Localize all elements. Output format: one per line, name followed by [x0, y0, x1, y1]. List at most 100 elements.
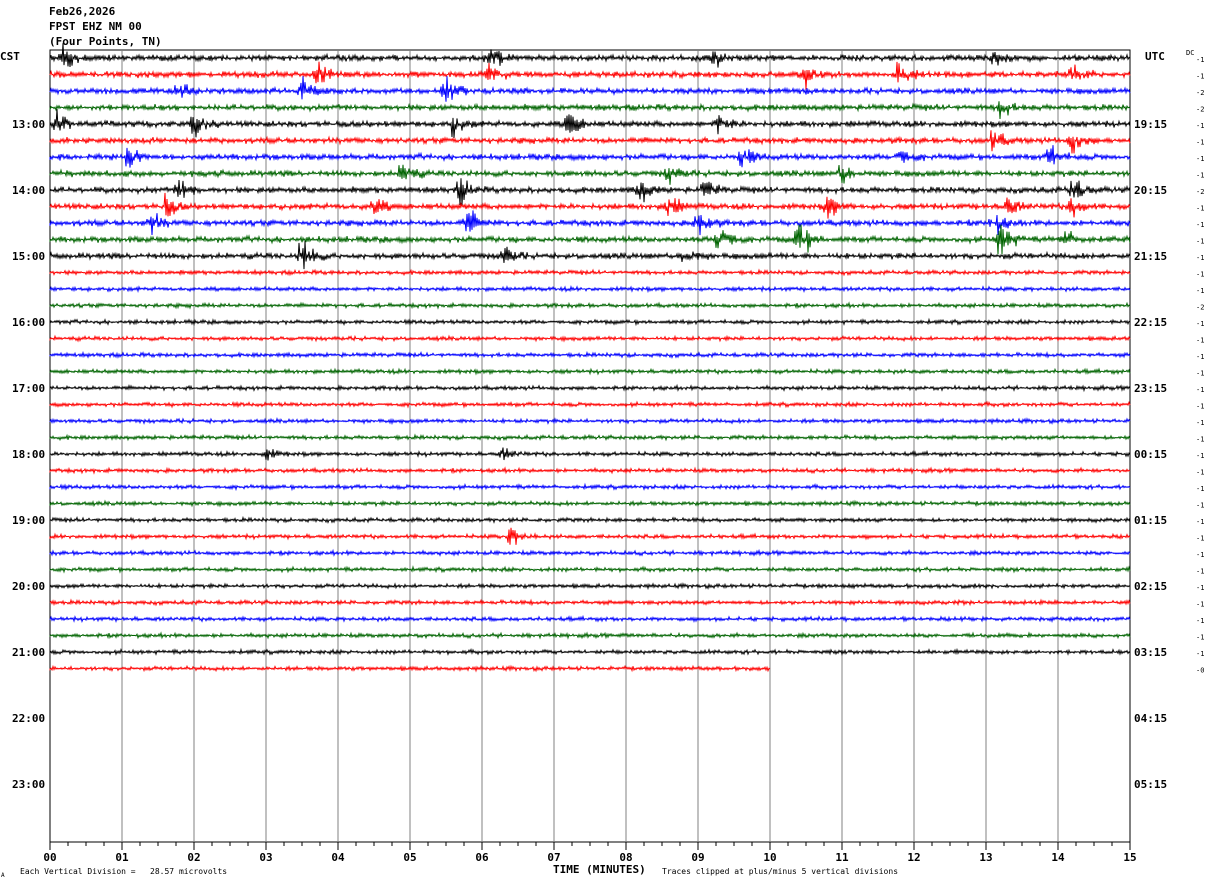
- seismic-trace: [49, 527, 1131, 545]
- seismic-trace: [49, 76, 1131, 102]
- seismic-trace: [49, 334, 1131, 343]
- dc-offset-label: -2: [1196, 304, 1204, 312]
- dc-offset-label: -1: [1196, 650, 1204, 658]
- right-hour-label: 01:15: [1134, 514, 1167, 527]
- dc-offset-label: -1: [1196, 436, 1204, 444]
- seismic-trace: [49, 145, 1131, 168]
- x-tick-label: 14: [1051, 851, 1065, 864]
- dc-offset-label: -1: [1196, 73, 1204, 81]
- seismic-trace: [49, 416, 1131, 426]
- dc-offset-label: -1: [1196, 419, 1204, 427]
- dc-offset-label: -1: [1196, 386, 1204, 394]
- x-tick-label: 09: [691, 851, 704, 864]
- dc-offset-label: -1: [1196, 584, 1204, 592]
- dc-offset-label: -1: [1196, 551, 1204, 559]
- dc-offset-label: -1: [1196, 56, 1204, 64]
- seismic-trace: [49, 400, 1131, 409]
- x-tick-label: 15: [1123, 851, 1136, 864]
- right-hour-label: 23:15: [1134, 382, 1167, 395]
- right-hour-label: 02:15: [1134, 580, 1167, 593]
- seismic-trace: [49, 301, 1131, 310]
- trace-group: [49, 43, 1131, 673]
- seismic-trace: [49, 466, 1131, 475]
- x-tick-label: 02: [187, 851, 200, 864]
- left-hour-label: 22:00: [12, 712, 45, 725]
- dc-offset-label: -1: [1196, 221, 1204, 229]
- x-tick-label: 03: [259, 851, 272, 864]
- right-hour-label: 19:15: [1134, 118, 1167, 131]
- seismic-trace: [49, 130, 1131, 154]
- left-hour-label: 21:00: [12, 646, 45, 659]
- seismic-trace: [49, 548, 1131, 558]
- seismic-trace: [49, 367, 1131, 376]
- dc-offset-label: -2: [1196, 89, 1204, 97]
- dc-offset-label: -1: [1196, 502, 1204, 510]
- dc-offset-label: -1: [1196, 205, 1204, 213]
- left-hour-label: 14:00: [12, 184, 45, 197]
- dc-offset-label: -1: [1196, 122, 1204, 130]
- seismic-trace: [49, 61, 1131, 90]
- right-hour-label: 03:15: [1134, 646, 1167, 659]
- dc-offset-label: -1: [1196, 634, 1204, 642]
- x-tick-label: 05: [403, 851, 416, 864]
- x-tick-label: 01: [115, 851, 129, 864]
- dc-offset-label: -1: [1196, 353, 1204, 361]
- dc-offset-label: -1: [1196, 172, 1204, 180]
- seismic-trace: [49, 101, 1131, 120]
- dc-offset-label: -2: [1196, 106, 1204, 114]
- seismic-trace: [49, 268, 1131, 277]
- x-tick-label: 10: [763, 851, 776, 864]
- seismic-trace: [49, 433, 1131, 442]
- left-hour-label: 18:00: [12, 448, 45, 461]
- right-hour-label: 21:15: [1134, 250, 1167, 263]
- seismic-trace: [49, 499, 1131, 508]
- seismic-trace: [49, 565, 1131, 574]
- dc-offset-label: -1: [1196, 452, 1204, 460]
- left-hour-label: 20:00: [12, 580, 45, 593]
- dc-offset-label: -0: [1196, 667, 1204, 675]
- seismic-trace: [49, 350, 1131, 359]
- seismic-trace: [49, 614, 1131, 624]
- dc-offset-label: -1: [1196, 617, 1204, 625]
- seismic-trace: [49, 631, 1131, 640]
- dc-offset-label: -1: [1196, 139, 1204, 147]
- x-tick-label: 13: [979, 851, 992, 864]
- right-hour-label: 00:15: [1134, 448, 1167, 461]
- seismogram-chart: 00 01 02 03 04 05 06 07 08 09 10 11 12 13 14 15 13:0014…: [12, 43, 1204, 864]
- seismic-trace: [49, 284, 1131, 294]
- seismic-trace: [49, 582, 1131, 591]
- dc-offset-label: -1: [1196, 370, 1204, 378]
- seismic-trace: [49, 383, 1131, 393]
- left-hour-label: 17:00: [12, 382, 45, 395]
- corner-mark: A: [1, 872, 5, 879]
- footer-clip-note: Traces clipped at plus/minus 5 vertical …: [662, 867, 899, 876]
- seismic-trace: [49, 178, 1131, 205]
- plot-frame: [49, 49, 1131, 843]
- seismic-trace: [49, 164, 1131, 185]
- seismic-trace: [49, 515, 1131, 524]
- dc-offset-label: -1: [1196, 254, 1204, 262]
- dc-offset-label: -1: [1196, 535, 1204, 543]
- seismic-trace: [49, 598, 1131, 607]
- seismic-trace: [49, 224, 1131, 255]
- left-hour-label: 13:00: [12, 118, 45, 131]
- left-hour-label: 19:00: [12, 514, 45, 527]
- dc-offset-label: -1: [1196, 337, 1204, 345]
- x-tick-label: 00: [43, 851, 56, 864]
- x-axis-title: TIME (MINUTES): [553, 863, 646, 876]
- seismic-trace: [49, 43, 1131, 68]
- dc-offset-label: -1: [1196, 403, 1204, 411]
- dc-offset-label: -1: [1196, 518, 1204, 526]
- x-tick-label: 04: [331, 851, 345, 864]
- x-tick-label: 11: [835, 851, 849, 864]
- seismic-trace: [49, 109, 1131, 138]
- dc-offset-label: -1: [1196, 238, 1204, 246]
- dc-offset-label: -2: [1196, 188, 1204, 196]
- dc-offset-label: -1: [1196, 568, 1204, 576]
- seismic-trace: [49, 482, 1131, 492]
- dc-offset-label: -1: [1196, 485, 1204, 493]
- left-hour-label: 16:00: [12, 316, 45, 329]
- hour-labels: 13:00 14:00 15:00 16:00 17:00 18:00 19:00 20:00…: [12, 56, 1204, 791]
- dc-offset-label: -1: [1196, 271, 1204, 279]
- footer-scale-note: Each Vertical Division = 28.57 microvolt…: [20, 867, 228, 876]
